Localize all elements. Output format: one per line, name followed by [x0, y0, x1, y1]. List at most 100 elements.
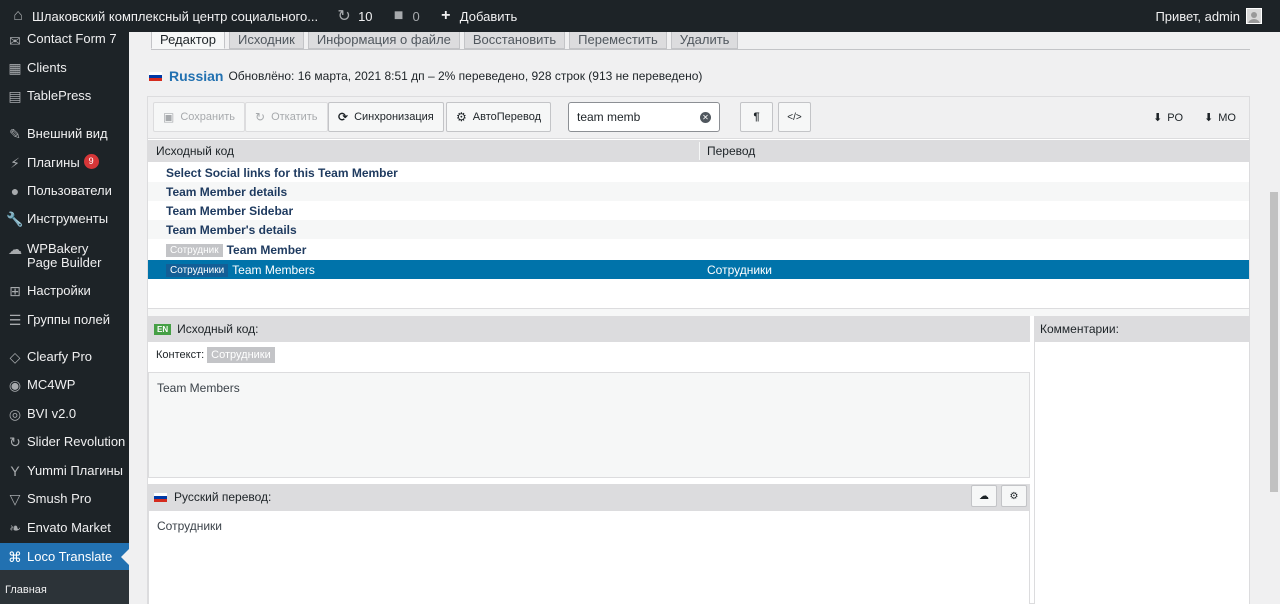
menu-item-slider-revolution[interactable]: ↻ Slider Revolution — [0, 433, 129, 453]
table-row[interactable]: Team Member's details — [148, 220, 1249, 239]
download-po-link[interactable]: ⬇ PO — [1153, 111, 1184, 125]
tab-delete[interactable]: Удалить — [670, 32, 739, 49]
submenu-label: Главная — [5, 584, 47, 596]
yummi-icon: Y — [10, 463, 20, 479]
cloud-icon: ☁ — [979, 490, 989, 502]
menu-label: Loco Translate — [27, 549, 113, 564]
po-label: PO — [1167, 111, 1184, 124]
menu-item-plugins[interactable]: ⚡ Плагины 9 — [0, 154, 129, 174]
russia-flag-icon — [154, 492, 167, 502]
table-row[interactable]: Team Member details — [148, 182, 1249, 201]
menu-item-settings[interactable]: ⊞ Настройки — [0, 282, 129, 302]
menu-label: MC4WP — [27, 377, 76, 392]
comments-count: 0 — [412, 8, 420, 24]
translation-column-header[interactable]: Перевод — [707, 144, 755, 158]
table-row[interactable]: Select Social links for this Team Member — [148, 163, 1249, 182]
menu-label: WPBakery Page Builder — [27, 241, 102, 270]
menu-item-contact-form-7[interactable]: ✉ Contact Form 7 — [0, 32, 129, 49]
invisibles-toggle-button[interactable]: ¶ — [740, 102, 773, 132]
site-name-link[interactable]: ⌂ Шлаковский комплексный центр социально… — [0, 0, 326, 32]
menu-item-clients[interactable]: ▦ Clients — [0, 59, 129, 79]
menu-label: Настройки — [27, 283, 91, 298]
updates-link[interactable]: ↻ 10 — [326, 0, 380, 32]
add-new-label: Добавить — [459, 8, 518, 24]
scrollbar-thumb[interactable] — [1270, 192, 1278, 492]
table-row[interactable]: Team Member Sidebar — [148, 201, 1249, 220]
menu-item-wpbakery[interactable]: ☁ WPBakery Page Builder — [0, 240, 129, 272]
menu-item-mc4wp[interactable]: ◉ MC4WP — [0, 376, 129, 396]
menu-item-appearance[interactable]: ✎ Внешний вид — [0, 125, 129, 145]
tab-restore[interactable]: Восстановить — [463, 32, 566, 49]
locale-link[interactable]: Russian — [169, 68, 223, 84]
menu-label: Smush Pro — [27, 491, 92, 506]
row-source: Team Member's details — [166, 223, 297, 237]
source-column-header[interactable]: Исходный код — [156, 144, 234, 158]
plus-icon: + — [441, 7, 451, 24]
translation-editor: ▣ Сохранить ↻ Откатить ⟳ Синхронизация ⚙… — [147, 96, 1250, 604]
table-row-selected[interactable]: Сотрудники Team Members Сотрудники — [148, 260, 1249, 279]
download-icon: ⬇ — [1204, 112, 1214, 124]
save-label: Сохранить — [180, 111, 236, 123]
submenu-home[interactable]: Главная — [0, 570, 129, 604]
source-text: Team Members — [157, 381, 240, 395]
translation-panel-header: Русский перевод: ☁ ⚙ — [148, 484, 1030, 510]
my-account-link[interactable]: Привет, admin — [1147, 0, 1280, 32]
menu-item-envato[interactable]: ❧ Envato Market — [0, 519, 129, 539]
comments-link[interactable]: ■ 0 — [381, 0, 428, 32]
eye-icon: ◎ — [8, 406, 22, 422]
tab-source[interactable]: Исходник — [228, 32, 304, 49]
menu-item-tools[interactable]: 🔧 Инструменты — [0, 210, 129, 230]
filter-search-input[interactable]: team memb ✕ — [568, 102, 720, 132]
save-button[interactable]: ▣ Сохранить — [153, 102, 246, 132]
row-source: Team Member Sidebar — [166, 204, 294, 218]
source-text-view: Team Members — [148, 372, 1030, 478]
comments-panel-header: Комментарии: — [1034, 316, 1249, 342]
smush-icon: ▽ — [9, 491, 21, 507]
tab-move[interactable]: Переместить — [569, 32, 667, 49]
table-row[interactable]: Сотрудник Team Member — [148, 240, 1249, 259]
menu-item-loco-translate[interactable]: ⌘ Loco Translate — [0, 543, 129, 571]
sync-button[interactable]: ⟳ Синхронизация — [328, 102, 444, 132]
menu-item-yummi[interactable]: Y Yummi Плагины — [0, 462, 129, 482]
menu-label: Группы полей — [27, 312, 110, 327]
menu-label: Contact Form 7 — [27, 31, 117, 46]
context-tag: Сотрудник — [166, 243, 223, 257]
menu-item-bvi[interactable]: ◎ BVI v2.0 — [0, 405, 129, 425]
revert-button[interactable]: ↻ Откатить — [245, 102, 328, 132]
download-mo-link[interactable]: ⬇ MO — [1204, 111, 1236, 125]
page-scrollbar[interactable] — [1268, 32, 1280, 604]
menu-item-users[interactable]: ● Пользователи — [0, 182, 129, 202]
site-title: Шлаковский комплексный центр социального… — [32, 8, 319, 24]
undo-icon: ↻ — [255, 110, 266, 124]
main-content: Редактор Исходник Информация о файле Вос… — [129, 32, 1280, 604]
avatar — [1246, 8, 1262, 24]
clear-search-icon[interactable]: ✕ — [700, 111, 711, 123]
plugins-update-badge: 9 — [83, 154, 99, 169]
loco-icon: ⌘ — [8, 549, 22, 565]
locale-header: Russian Обновлёно: 16 марта, 2021 8:51 д… — [149, 68, 702, 84]
wpbakery-icon: ☁ — [8, 241, 22, 257]
download-icon: ⬇ — [1153, 112, 1163, 124]
auto-suggest-button[interactable]: ⚙ — [1001, 485, 1027, 507]
row-translation: Сотрудники — [707, 263, 772, 277]
menu-item-smush[interactable]: ▽ Smush Pro — [0, 490, 129, 510]
cloud-suggest-button[interactable]: ☁ — [971, 485, 997, 507]
add-new-link[interactable]: + Добавить — [428, 0, 525, 32]
brush-icon: ✎ — [9, 126, 21, 142]
pane-resize-handle[interactable] — [148, 308, 1249, 316]
auto-translate-button[interactable]: ⚙ АвтоПеревод — [446, 102, 552, 132]
mc4wp-icon: ◉ — [8, 377, 22, 393]
robot-icon: ⚙ — [456, 110, 467, 124]
menu-label: Плагины — [27, 155, 80, 170]
menu-item-tablepress[interactable]: ▤ TablePress — [0, 87, 129, 107]
envato-icon: ❧ — [9, 520, 21, 536]
menu-label: Clearfy Pro — [27, 349, 93, 364]
menu-item-field-groups[interactable]: ☰ Группы полей — [0, 311, 129, 331]
code-view-button[interactable]: </> — [778, 102, 811, 132]
tab-editor[interactable]: Редактор — [151, 32, 225, 49]
comments-textarea[interactable] — [1034, 342, 1249, 604]
admin-sidebar: ✉ Contact Form 7 ▦ Clients ▤ TablePress … — [0, 32, 129, 604]
menu-item-clearfy[interactable]: ◇ Clearfy Pro — [0, 348, 129, 368]
tab-file-info[interactable]: Информация о файле — [307, 32, 460, 49]
translation-textarea[interactable]: Сотрудники — [148, 510, 1030, 604]
